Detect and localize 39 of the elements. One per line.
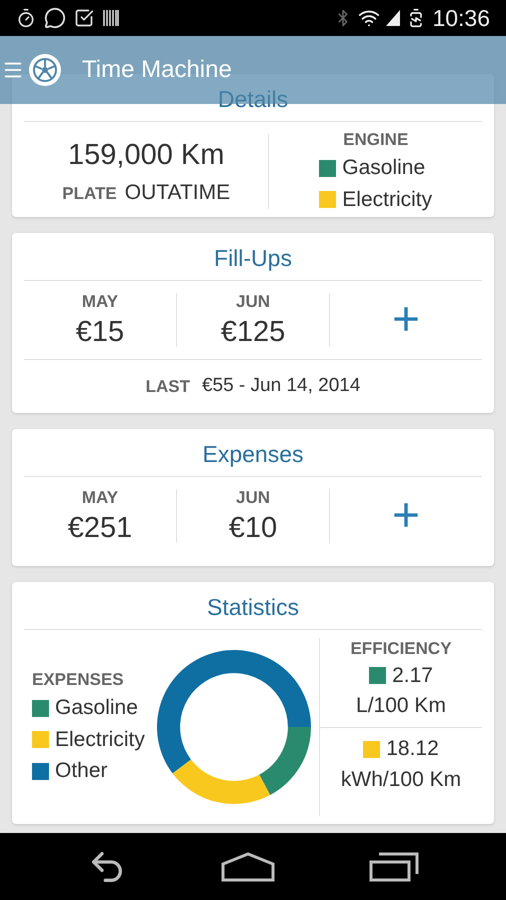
expenses-label: EXPENSES (32, 668, 125, 691)
engine-name: Gasoline (342, 155, 426, 182)
card-title: Fill-Ups (24, 233, 482, 280)
add-button[interactable]: + (380, 296, 432, 344)
clock-time: 10:36 (432, 4, 490, 33)
month-label: JUN (236, 486, 270, 509)
card-title: Expenses (24, 429, 482, 476)
legend-label: Electricity (55, 726, 145, 753)
month-label: MAY (82, 486, 118, 509)
month-label: JUN (236, 290, 270, 313)
last-label: LAST (146, 376, 190, 398)
plate-value: OUTATIME (124, 180, 230, 206)
amount-value: €125 (220, 315, 286, 350)
wheel-icon (28, 53, 62, 87)
last-fill-up: €55 - Jun 14, 2014 (202, 374, 360, 398)
stacked-windows-icon (369, 852, 420, 882)
efficiency-value: 18.12 (386, 736, 439, 762)
amount-value: €10 (228, 511, 278, 546)
legend-label: Other (55, 758, 108, 784)
engine-label: ENGINE (343, 128, 408, 151)
odometer-value: 159,000 Km (68, 138, 224, 172)
amount-value: €251 (68, 511, 132, 546)
add-button[interactable]: + (380, 492, 432, 540)
efficiency-label: EFFICIENCY (350, 638, 452, 659)
month-label: MAY (82, 290, 118, 313)
engine-name: Electricity (342, 186, 432, 213)
efficiency-unit: L/100 Km (356, 693, 446, 719)
chat-icon (44, 7, 66, 29)
plate-label: PLATE (62, 183, 117, 205)
checkbox-icon (74, 8, 94, 28)
legend-label: Gasoline (55, 695, 138, 722)
amount-value: €15 (76, 315, 124, 350)
signal-icon (386, 10, 400, 26)
efficiency-unit: kWh/100 Km (340, 766, 462, 792)
house-outline-icon (220, 852, 276, 882)
card-title: Statistics (24, 582, 482, 630)
efficiency-value: 2.17 (392, 662, 433, 689)
timer-icon (16, 8, 36, 28)
barcode-icon (102, 9, 120, 27)
